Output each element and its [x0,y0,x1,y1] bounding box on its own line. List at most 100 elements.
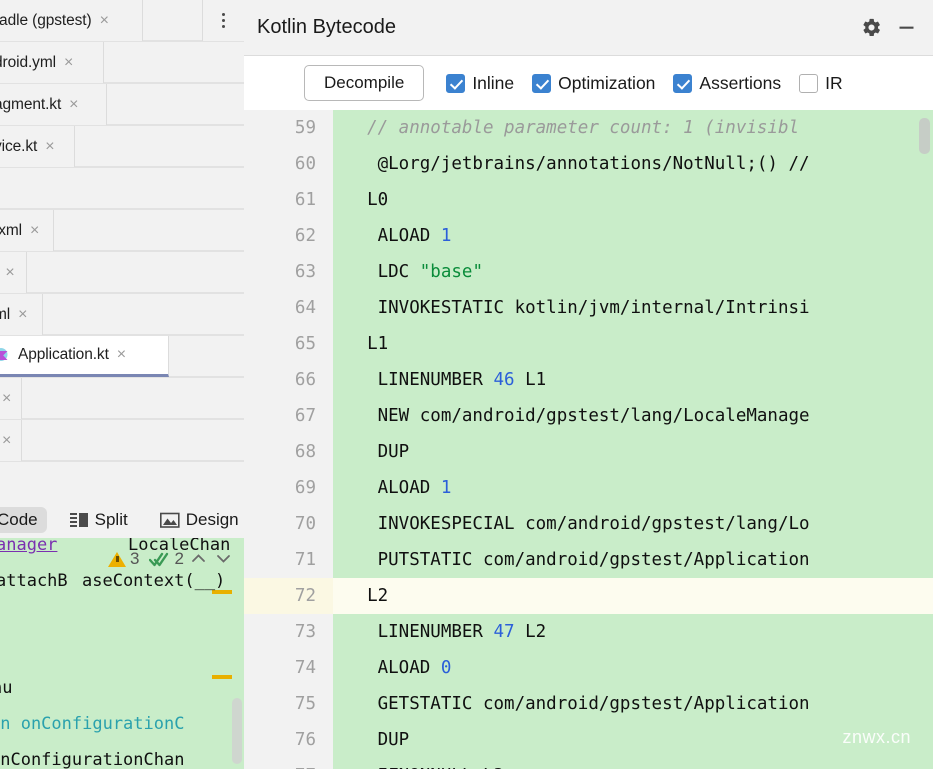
bytecode-line[interactable]: 74 ALOAD 0 [244,650,933,686]
editor-tab[interactable]: ml × [0,294,43,335]
design-icon [159,512,180,529]
bytecode-line[interactable]: 70 INVOKESPECIAL com/android/gpstest/lan… [244,506,933,542]
line-number: 76 [244,722,333,758]
tab-strip-empty-area [169,336,244,377]
tab-strip-empty-area [0,168,244,209]
editor-tab-row: × [0,420,244,462]
bytecode-line[interactable]: 63 LDC "base" [244,254,933,290]
editor-tab-label: .xml [0,221,23,239]
checkbox-unchecked-icon[interactable] [799,73,819,93]
code-token: ALOAD [346,658,441,678]
tab-overflow-menu-icon[interactable] [202,0,244,41]
editor-left-panel: radle (gpstest)×droid.yml×agment.kt×vice… [0,0,244,769]
bytecode-line-content: INVOKESTATIC kotlin/jvm/internal/Intrins… [333,290,933,326]
checkbox-checked-icon[interactable] [446,73,466,93]
tab-strip-empty-area [22,378,244,419]
editor-tab[interactable]: vice.kt × [0,126,75,167]
view-mode-design[interactable]: Design [151,507,244,533]
checkbox-checked-icon[interactable] [673,73,693,93]
editor-tab-row: l× [0,252,244,294]
editor-tab[interactable]: Application.kt × [0,336,169,377]
decompile-button[interactable]: Decompile [304,65,425,101]
option-label: Assertions [699,72,782,93]
view-mode-split[interactable]: Split [61,507,137,533]
bytecode-line[interactable]: 62 ALOAD 1 [244,218,933,254]
close-icon[interactable]: × [18,306,27,323]
code-token: LDC [346,262,420,282]
kotlin-file-icon [0,347,11,364]
bytecode-line[interactable]: 60 @Lorg/jetbrains/annotations/NotNull;(… [244,146,933,182]
code-peek-fragment: anager [0,535,58,555]
minimize-icon[interactable] [896,17,917,38]
bytecode-line[interactable]: 75 GETSTATIC com/android/gpstest/Applica… [244,686,933,722]
editor-tab[interactable]: l× [0,252,27,293]
inspection-widget[interactable]: 3 2 [108,549,234,569]
chevron-up-icon[interactable] [191,551,206,568]
editor-tab[interactable]: × [0,378,22,419]
ok-count: 2 [174,549,184,568]
close-icon[interactable]: × [2,432,11,449]
option-optimization[interactable]: Optimization [532,73,655,94]
bytecode-line-content: // annotable parameter count: 1 (invisib… [333,110,933,146]
close-icon[interactable]: × [69,96,78,113]
bytecode-scrollbar-thumb[interactable] [919,118,930,154]
bytecode-line[interactable]: 59 // annotable parameter count: 1 (invi… [244,110,933,146]
bytecode-line[interactable]: 73 LINENUMBER 47 L2 [244,614,933,650]
tab-strip-empty-area [27,252,244,293]
editor-tab-row: agment.kt × [0,84,244,126]
line-number: 62 [244,218,333,254]
editor-tab-row: vice.kt × [0,126,244,168]
bytecode-line[interactable]: 71 PUTSTATIC com/android/gpstest/Applica… [244,542,933,578]
bytecode-tool-title: Kotlin Bytecode [257,16,396,38]
option-assertions[interactable]: Assertions [673,73,781,94]
editor-tab[interactable]: droid.yml × [0,42,104,83]
gear-icon[interactable] [861,17,882,38]
close-icon[interactable]: × [5,264,14,281]
code-token: 46 [493,370,515,390]
code-token: L2 [514,622,547,642]
checkbox-checked-icon[interactable] [532,73,552,93]
bytecode-line-content: L2 [333,578,933,614]
bytecode-line-content: ALOAD 1 [333,470,933,506]
close-icon[interactable]: × [45,138,54,155]
close-icon[interactable]: × [2,390,11,407]
warning-triangle-icon [108,551,126,567]
tab-strip-empty-area [107,84,244,125]
bytecode-line[interactable]: 69 ALOAD 1 [244,470,933,506]
bytecode-line[interactable]: 61 L0 [244,182,933,218]
code-token: DUP [346,442,410,462]
code-peek-fragment: aseContext(__) [82,571,226,591]
close-icon[interactable]: × [64,54,73,71]
view-mode-code[interactable]: Code [0,507,47,533]
editor-tab-label: Application.kt [18,346,109,363]
bytecode-line[interactable]: 66 LINENUMBER 46 L1 [244,362,933,398]
line-number: 68 [244,434,333,470]
editor-tab[interactable]: × [0,420,22,461]
bytecode-line-content: GETSTATIC com/android/gpstest/Applicatio… [333,686,933,722]
editor-tab[interactable]: agment.kt × [0,84,107,125]
bytecode-editor[interactable]: 59 // annotable parameter count: 1 (invi… [244,110,933,769]
line-number: 61 [244,182,333,218]
bytecode-line[interactable]: 65 L1 [244,326,933,362]
editor-tab[interactable]: radle (gpstest) × [0,0,143,41]
option-ir[interactable]: IR [799,73,843,94]
close-icon[interactable]: × [100,12,109,29]
bytecode-line-content: LINENUMBER 47 L2 [333,614,933,650]
bytecode-line[interactable]: 76 DUP [244,722,933,758]
watermark: znwx.cn [842,727,911,747]
bytecode-line[interactable]: 67 NEW com/android/gpstest/lang/LocaleMa… [244,398,933,434]
double-check-icon [149,551,170,568]
option-inline[interactable]: Inline [446,73,514,94]
editor-tab-row: ml × [0,294,244,336]
bytecode-line[interactable]: 68 DUP [244,434,933,470]
chevron-down-icon[interactable] [216,551,231,568]
bytecode-line[interactable]: 64 INVOKESTATIC kotlin/jvm/internal/Intr… [244,290,933,326]
app-root: radle (gpstest)×droid.yml×agment.kt×vice… [0,0,933,769]
peek-scrollbar-thumb[interactable] [232,698,242,764]
close-icon[interactable]: × [30,222,39,239]
editor-tab[interactable]: .xml × [0,210,54,251]
bytecode-line[interactable]: 77 IFNONNULL L3 [244,758,933,769]
code-peek-fragment: nu [0,678,13,698]
close-icon[interactable]: × [117,347,126,363]
bytecode-line[interactable]: 72 L2 [244,578,933,614]
